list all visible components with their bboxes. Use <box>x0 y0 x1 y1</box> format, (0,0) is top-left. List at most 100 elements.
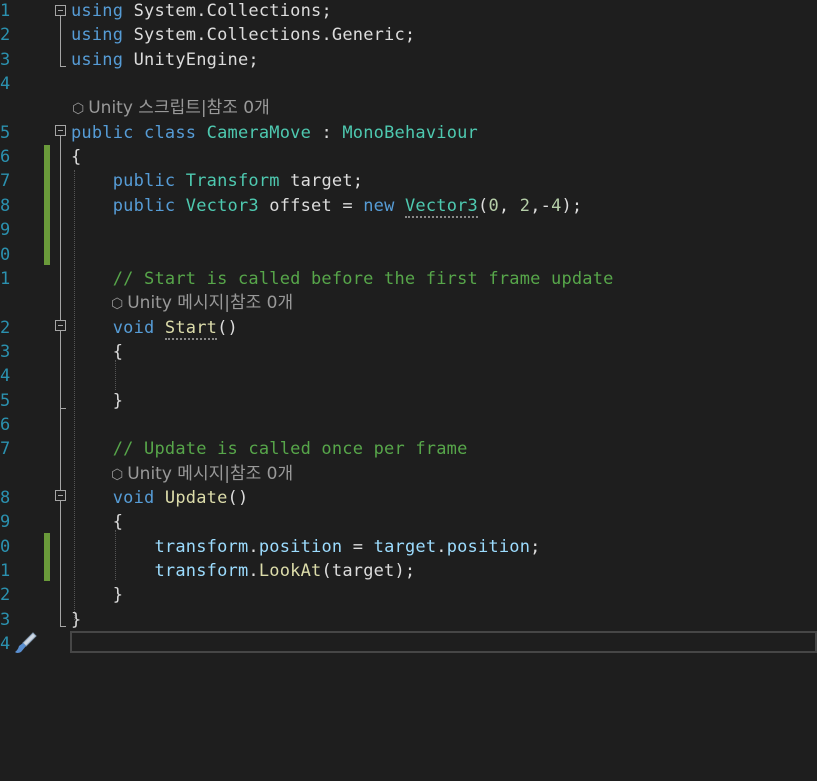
line-number: 1 <box>0 1 11 21</box>
line-number: 2 <box>0 25 11 46</box>
code-token: } <box>71 390 124 411</box>
code-line[interactable]: 7 public Transform target; <box>0 169 817 193</box>
code-token: public <box>71 122 134 143</box>
code-token: new <box>363 195 395 216</box>
line-number: 4 <box>0 366 11 387</box>
code-token: public <box>71 171 176 192</box>
code-text: using System.Collections.Generic; <box>71 23 415 47</box>
code-token: () <box>217 317 238 338</box>
code-line[interactable]: 4 <box>0 632 817 656</box>
code-line[interactable]: 1 using System.Collections; <box>0 0 817 23</box>
code-text: void Start() <box>71 316 238 340</box>
code-line[interactable]: 2 } <box>0 583 817 607</box>
code-token: transform <box>71 536 249 557</box>
code-token: offset = <box>258 195 364 216</box>
unity-cube-icon: ⬡ <box>111 296 124 313</box>
line-number: 7 <box>0 439 11 460</box>
line-number: 3 <box>0 609 11 630</box>
code-line[interactable]: 1 transform.LookAt(target); <box>0 559 817 583</box>
codelens-text: Unity 스크립트|참조 0개 <box>88 98 270 119</box>
code-token: ( <box>478 195 489 216</box>
code-token: void <box>71 317 155 338</box>
code-token: ,- <box>530 195 552 216</box>
line-number: 8 <box>0 195 11 216</box>
code-line[interactable]: 3 using UnityEngine; <box>0 48 817 72</box>
code-token: System <box>123 1 197 21</box>
code-token: . <box>196 1 207 21</box>
line-number: 5 <box>0 122 11 143</box>
code-line[interactable]: 9 <box>0 218 817 242</box>
codelens-reference-info[interactable]: ⬡ Unity 스크립트|참조 0개 <box>72 96 270 121</box>
code-token: // Update is called once per frame <box>71 439 468 460</box>
code-line[interactable]: 8 void Update() <box>0 486 817 510</box>
code-token: : <box>311 122 343 143</box>
code-text: transform.position = target.position; <box>71 535 541 559</box>
codelens-text: Unity 메시지|참조 0개 <box>127 293 294 314</box>
code-token: () <box>227 488 249 508</box>
line-number: 3 <box>0 49 11 70</box>
codelens-reference-info[interactable]: ⬡ Unity 메시지|참조 0개 <box>111 291 293 316</box>
code-token: class <box>144 122 197 143</box>
code-text: } <box>71 608 81 632</box>
code-token: 0 <box>488 195 499 216</box>
line-number: 1 <box>0 561 11 582</box>
codelens-reference-info[interactable]: ⬡ Unity 메시지|참조 0개 <box>111 462 293 487</box>
code-line[interactable]: 9 { <box>0 510 817 534</box>
code-line[interactable]: 0 transform.position = target.position; <box>0 535 817 559</box>
code-token: { <box>71 341 124 362</box>
code-line[interactable]: 3} <box>0 608 817 632</box>
codelens-row[interactable]: ⬡ Unity 메시지|참조 0개 <box>0 291 817 315</box>
line-number: 0 <box>0 536 11 557</box>
code-line[interactable]: 5 } <box>0 389 817 413</box>
code-text: public Vector3 offset = new Vector3(0, 2… <box>71 194 582 218</box>
code-line[interactable]: 2 using System.Collections.Generic; <box>0 23 817 47</box>
code-line[interactable]: 8 public Vector3 offset = new Vector3(0,… <box>0 194 817 218</box>
line-number: 9 <box>0 220 11 241</box>
code-token: target <box>373 536 437 557</box>
codelens-row[interactable]: ⬡ Unity 스크립트|참조 0개 <box>0 96 817 120</box>
line-number: 7 <box>0 171 11 192</box>
code-token: (target); <box>321 561 416 582</box>
line-number: 4 <box>0 74 11 95</box>
code-token: , <box>498 195 520 216</box>
code-token: Start <box>164 317 218 340</box>
line-number: 6 <box>0 147 11 168</box>
code-line[interactable]: 4 <box>0 72 817 96</box>
codelens-row[interactable]: ⬡ Unity 메시지|참조 0개 <box>0 462 817 486</box>
code-token: void <box>71 488 155 508</box>
code-token: Update <box>164 488 228 508</box>
line-number: 3 <box>0 341 11 362</box>
code-token: . <box>248 536 259 557</box>
code-token: Vector3 <box>404 195 478 218</box>
code-editor[interactable]: { "editor": { "lines": [ {"num": "1", "t… <box>0 0 817 781</box>
code-line[interactable]: 5 public class CameraMove : MonoBehaviour <box>0 121 817 145</box>
code-token: using <box>71 49 124 70</box>
code-text: public Transform target; <box>71 169 363 193</box>
code-token: { <box>71 512 124 533</box>
line-number: 2 <box>0 317 11 338</box>
code-token: Collections <box>206 1 322 21</box>
code-token: MonoBehaviour <box>342 122 478 143</box>
code-token: position <box>258 536 343 557</box>
code-text: } <box>71 389 123 413</box>
code-line[interactable]: 7 // Update is called once per frame <box>0 437 817 461</box>
code-line[interactable]: 3 { <box>0 340 817 364</box>
code-line[interactable]: 4 <box>0 364 817 388</box>
code-token: . <box>248 561 259 582</box>
code-text: public class CameraMove : MonoBehaviour <box>71 121 478 145</box>
code-token: Transform <box>185 171 280 192</box>
line-number: 4 <box>0 634 11 655</box>
code-line[interactable]: 2 void Start() <box>0 316 817 340</box>
code-token: UnityEngine; <box>123 49 259 70</box>
code-token: ; <box>321 1 332 21</box>
code-token: } <box>71 609 82 630</box>
code-line[interactable]: 0 <box>0 243 817 267</box>
code-line[interactable]: 6 <box>0 413 817 437</box>
code-line[interactable]: 6{ <box>0 145 817 169</box>
code-line[interactable]: 1 // Start is called before the first fr… <box>0 267 817 291</box>
